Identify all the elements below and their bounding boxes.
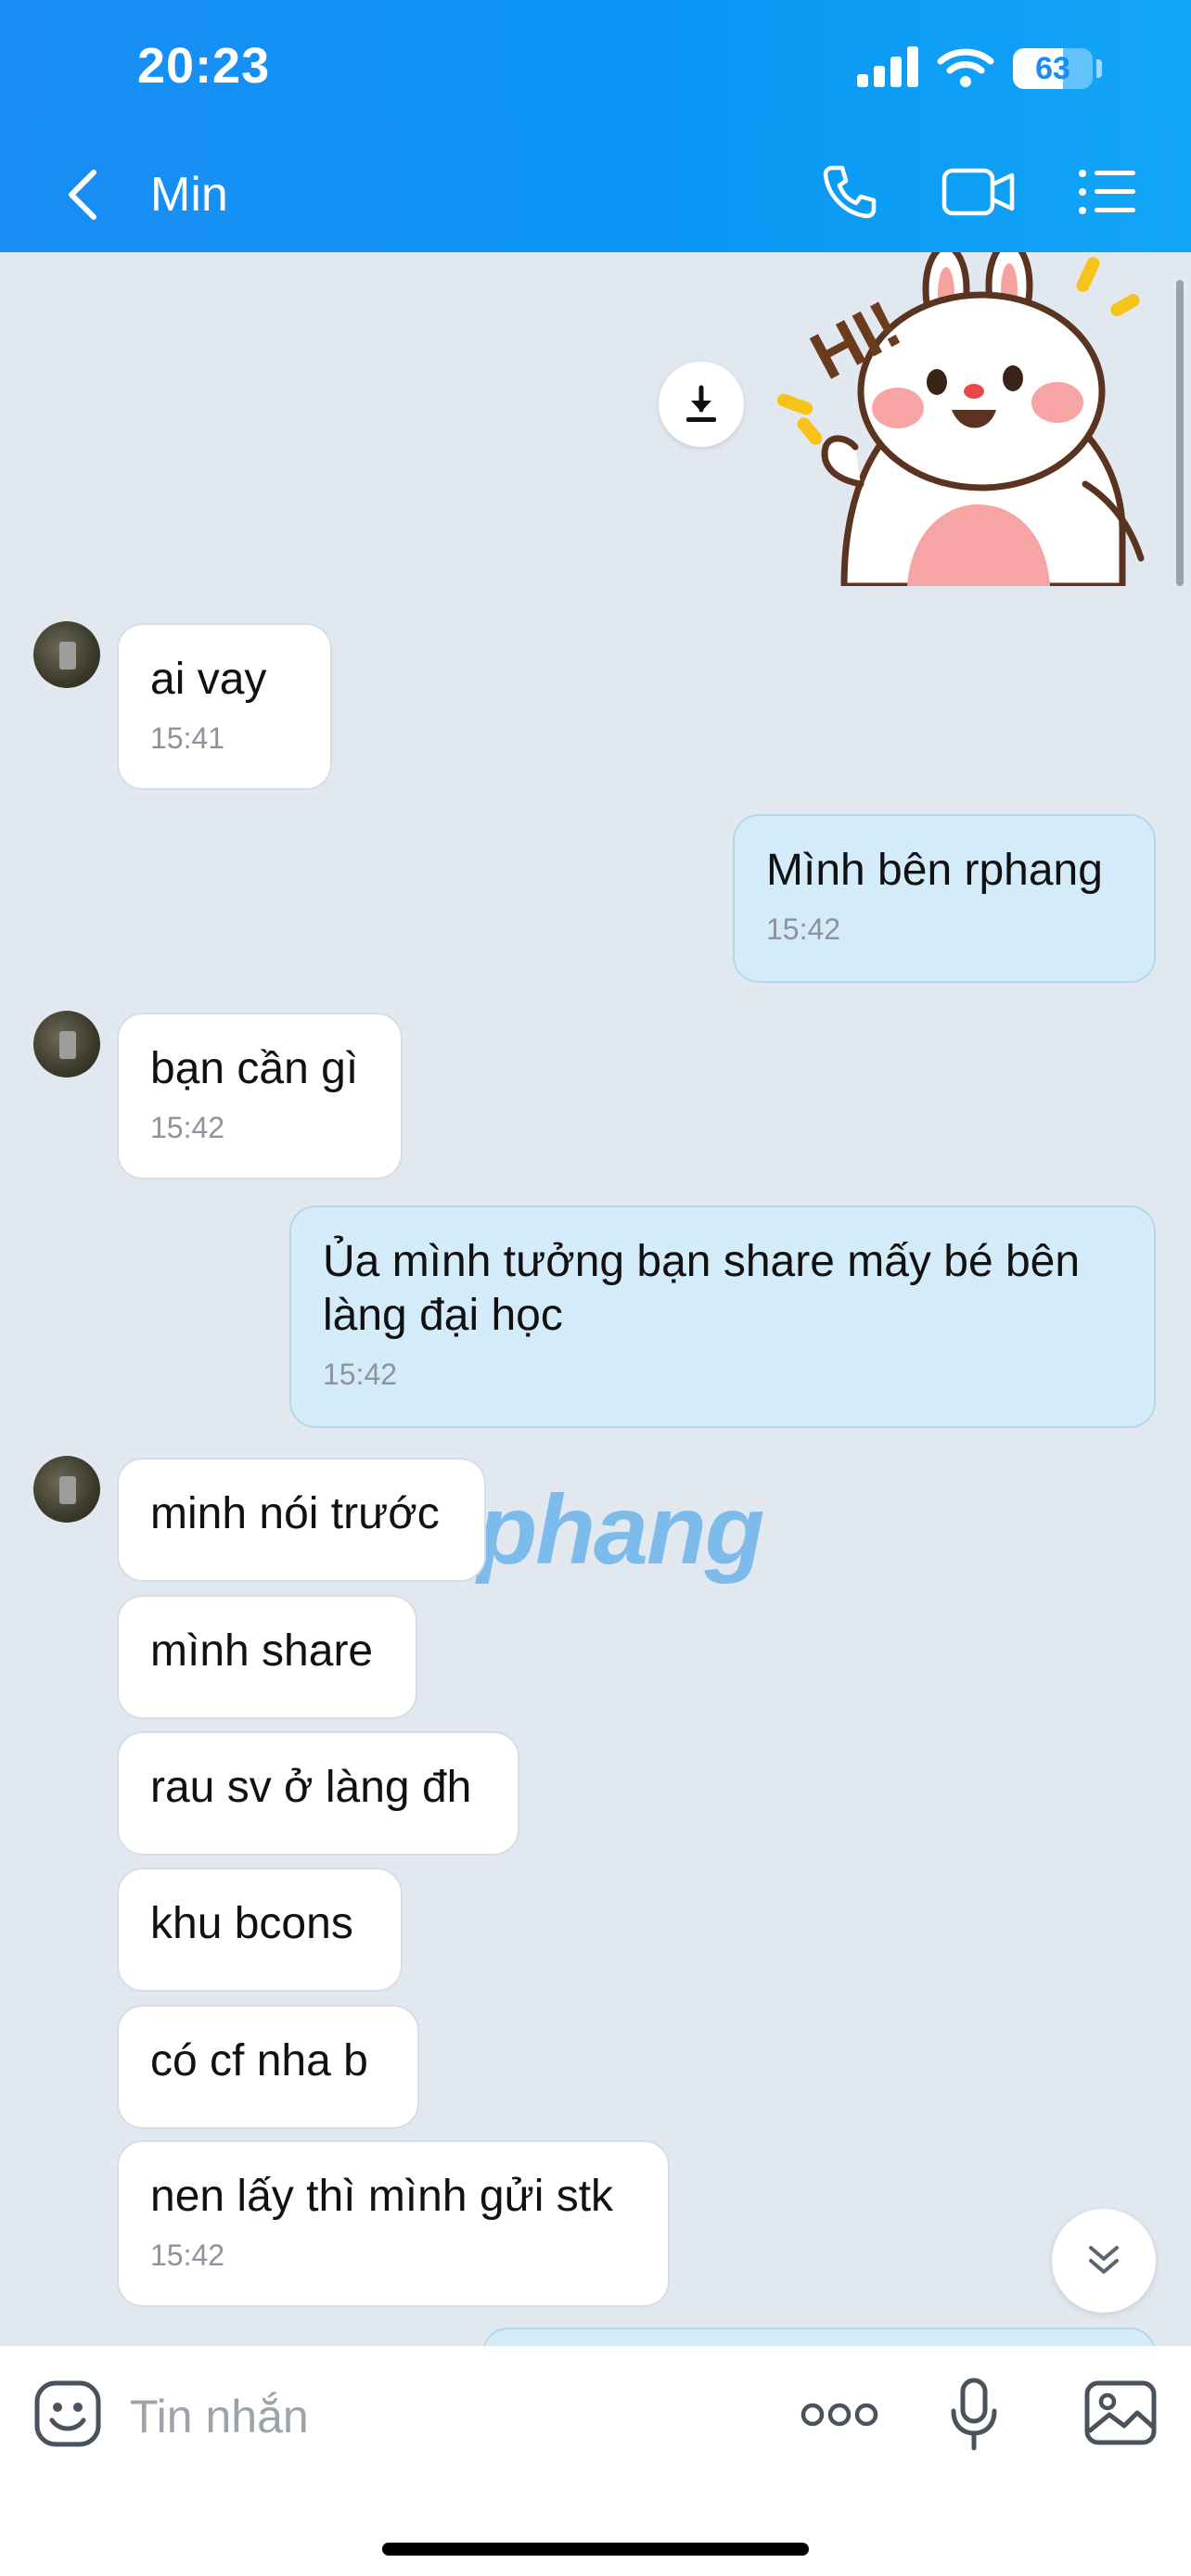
wifi-icon	[937, 48, 994, 87]
battery-icon: 63	[1013, 48, 1093, 89]
message-text: nen lấy thì mình gửi stk	[150, 2172, 614, 2221]
message-bubble-incoming[interactable]: có cf nha b	[117, 2005, 419, 2129]
message-time: 15:42	[766, 912, 841, 946]
message-bubble-incoming[interactable]: khu bcons	[117, 1868, 403, 1992]
message-bubble-incoming[interactable]: mình share	[117, 1595, 417, 1719]
message-bubble-outgoing-partial[interactable]	[482, 2327, 1156, 2346]
message-time: 15:42	[323, 1358, 398, 1391]
sticker-bunny-hi[interactable]: HI!	[770, 252, 1169, 586]
chat-header: 20:23 63 Min	[0, 0, 1191, 252]
message-bubble-incoming[interactable]: nen lấy thì mình gửi stk 15:42	[117, 2140, 670, 2307]
cellular-signal-icon	[857, 46, 918, 87]
message-bubble-incoming[interactable]: minh nói trước	[117, 1458, 486, 1582]
message-bubble-incoming[interactable]: ai vay 15:41	[117, 623, 332, 790]
microphone-icon[interactable]	[948, 2378, 1000, 2452]
message-text: ai vay	[150, 655, 267, 704]
message-text: Mình bên rphang	[766, 846, 1103, 895]
contact-avatar[interactable]	[33, 1456, 100, 1523]
image-icon[interactable]	[1083, 2379, 1158, 2446]
call-button[interactable]	[816, 159, 883, 224]
video-call-button[interactable]	[941, 159, 1017, 224]
message-text: rau sv ở làng đh	[150, 1763, 472, 1812]
message-list[interactable]: HI! ai vay 15:41 Mình bên rphang 15:42 b…	[0, 252, 1191, 2346]
list-icon	[1079, 170, 1135, 214]
battery-nub	[1096, 59, 1102, 78]
double-chevron-down-icon	[1089, 2246, 1119, 2274]
message-text: có cf nha b	[150, 2036, 368, 2085]
status-time: 20:23	[137, 38, 271, 94]
scrollbar[interactable]	[1176, 280, 1184, 586]
scroll-to-bottom-button[interactable]	[1052, 2209, 1156, 2313]
message-bubble-outgoing[interactable]: Ủa mình tưởng bạn share mấy bé bên làng …	[289, 1205, 1156, 1428]
message-bubble-incoming[interactable]: bạn cần gì 15:42	[117, 1013, 403, 1180]
phone-icon	[823, 165, 877, 219]
emoji-icon[interactable]	[33, 2379, 102, 2448]
back-button[interactable]	[54, 162, 109, 227]
message-bubble-incoming[interactable]: rau sv ở làng đh	[117, 1731, 519, 1855]
message-text: minh nói trước	[150, 1489, 440, 1538]
message-composer	[0, 2346, 1191, 2576]
back-icon	[69, 170, 96, 220]
options-button[interactable]	[1074, 159, 1141, 224]
message-time: 15:42	[150, 1111, 225, 1144]
message-bubble-outgoing[interactable]: Mình bên rphang 15:42	[733, 814, 1156, 983]
home-indicator	[382, 2543, 809, 2556]
message-text: mình share	[150, 1626, 374, 1676]
message-input[interactable]	[130, 2383, 761, 2450]
video-camera-icon	[941, 168, 1015, 216]
contact-avatar[interactable]	[33, 621, 100, 688]
message-time: 15:41	[150, 721, 225, 755]
more-icon[interactable]	[800, 2389, 879, 2441]
contact-name[interactable]: Min	[150, 167, 228, 223]
download-icon	[686, 385, 716, 422]
download-button[interactable]	[659, 362, 744, 447]
contact-avatar[interactable]	[33, 1011, 100, 1078]
message-text: bạn cần gì	[150, 1044, 359, 1093]
message-time: 15:42	[150, 2238, 225, 2272]
message-text: Ủa mình tưởng bạn share mấy bé bên làng …	[323, 1237, 1081, 1340]
battery-level: 63	[1035, 51, 1070, 86]
message-text: khu bcons	[150, 1899, 353, 1948]
